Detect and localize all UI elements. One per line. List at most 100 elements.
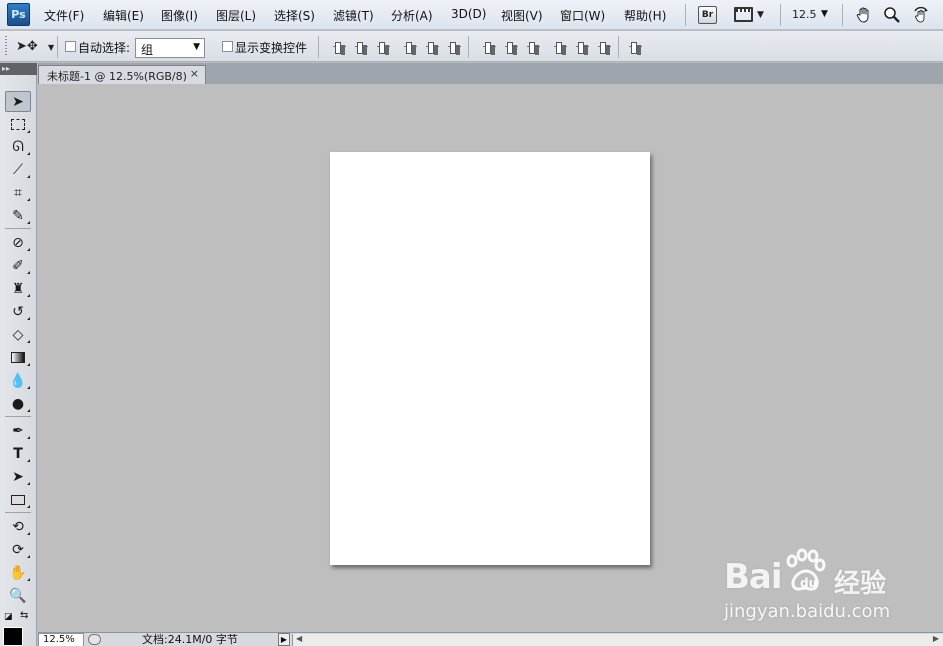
- align-right-icon[interactable]: [447, 40, 462, 54]
- zoom-level-value: 12.5: [792, 8, 817, 21]
- watermark-brand: Bai: [724, 557, 783, 597]
- 3d-rotate-tool-icon[interactable]: ⟲: [5, 516, 31, 537]
- distribute-vertical-center-icon[interactable]: [504, 40, 519, 54]
- distribute-right-icon[interactable]: [597, 40, 612, 54]
- paw-logo-icon: du: [786, 548, 826, 591]
- lasso-tool-icon[interactable]: ᘏ: [5, 136, 31, 157]
- crop-tool-icon[interactable]: ⌗: [5, 182, 31, 203]
- distribute-bottom-icon[interactable]: [526, 40, 541, 54]
- brush-tool-icon[interactable]: ✐: [5, 255, 31, 276]
- menu-separator: [685, 4, 686, 26]
- watermark-brand-suffix: 经验: [834, 569, 887, 599]
- scroll-right-icon[interactable]: ▶: [933, 634, 939, 643]
- launch-bridge-button[interactable]: Br: [698, 5, 717, 24]
- auto-select-value: 组: [141, 43, 154, 57]
- history-brush-tool-icon[interactable]: ↺: [5, 301, 31, 322]
- healing-brush-tool-icon[interactable]: ⊘: [5, 232, 31, 253]
- horizontal-scrollbar[interactable]: ◀ ▶: [292, 634, 943, 646]
- zoom-tool-icon[interactable]: 🔍: [5, 585, 31, 606]
- auto-align-layers-icon[interactable]: [628, 40, 643, 54]
- distribute-horizontal-center-icon[interactable]: [575, 40, 590, 54]
- chevron-down-icon: ▼: [757, 9, 764, 20]
- swap-colors-icon[interactable]: ⇆: [20, 610, 28, 621]
- type-tool-icon[interactable]: T: [5, 443, 31, 464]
- align-vertical-center-icon[interactable]: [354, 40, 369, 54]
- menu-analysis[interactable]: 分析(A): [391, 7, 433, 24]
- show-transform-checkbox[interactable]: [222, 41, 233, 52]
- auto-select-dropdown[interactable]: 组 ▼: [135, 38, 205, 58]
- zoom-field[interactable]: 12.5%: [38, 633, 84, 646]
- gradient-tool-icon[interactable]: [5, 347, 31, 368]
- hand-icon: [856, 7, 869, 23]
- menu-select[interactable]: 选择(S): [274, 7, 315, 24]
- clone-stamp-tool-icon[interactable]: ♜: [5, 278, 31, 299]
- auto-select-label: 自动选择:: [78, 41, 131, 55]
- chevron-down-icon: ▼: [821, 9, 828, 19]
- pen-tool-icon[interactable]: ✒: [5, 420, 31, 441]
- rotate-view-icon: [914, 6, 928, 22]
- menu-3d[interactable]: 3D(D): [451, 7, 486, 21]
- menu-image[interactable]: 图像(I): [161, 7, 198, 24]
- menu-view[interactable]: 视图(V): [501, 7, 543, 24]
- zoom-tool-button[interactable]: [882, 5, 902, 24]
- document-info: 文档:24.1M/0 字节: [142, 633, 238, 646]
- move-tool-icon: ➤✥: [16, 39, 38, 54]
- align-bottom-icon[interactable]: [376, 40, 391, 54]
- options-grip[interactable]: [5, 36, 7, 57]
- bridge-icon: Br: [698, 5, 717, 24]
- foreground-color-swatch[interactable]: [3, 627, 23, 646]
- eyedropper-tool-icon[interactable]: ✎: [5, 205, 31, 226]
- dodge-tool-icon[interactable]: ●: [5, 393, 31, 414]
- tools-panel-collapse[interactable]: ▸▸: [0, 63, 37, 75]
- align-top-icon[interactable]: [332, 40, 347, 54]
- mini-bridge-icon: [734, 7, 753, 22]
- auto-select-checkbox[interactable]: [65, 41, 76, 52]
- align-horizontal-center-icon[interactable]: [425, 40, 440, 54]
- photoshop-logo-icon[interactable]: Ps: [7, 3, 30, 26]
- status-bar: 12.5% 文档:24.1M/0 字节 ▶ ◀ ▶: [38, 632, 943, 646]
- magic-wand-tool-icon[interactable]: ⟋: [5, 159, 31, 180]
- rectangle-tool-icon[interactable]: [5, 489, 31, 510]
- tool-preset-picker[interactable]: ➤✥ ▼: [16, 39, 54, 54]
- align-left-icon[interactable]: [403, 40, 418, 54]
- svg-text:du: du: [800, 576, 817, 590]
- blur-tool-icon[interactable]: 💧: [5, 370, 31, 391]
- close-icon[interactable]: ×: [190, 67, 199, 80]
- options-separator: [618, 36, 619, 58]
- menu-file[interactable]: 文件(F): [44, 7, 84, 24]
- launch-mini-bridge-button[interactable]: ▼: [734, 5, 764, 24]
- status-menu-arrow[interactable]: ▶: [278, 633, 290, 646]
- hand-tool-button[interactable]: [854, 5, 874, 24]
- show-transform-label: 显示变换控件: [235, 41, 308, 55]
- rotate-view-button[interactable]: [910, 5, 932, 24]
- tools-panel: ➤ ᘏ ⟋ ⌗ ✎ ⊘ ✐ ♜ ↺ ◇ 💧 ● ✒ T ➤ ⟲ ⟳ ✋ 🔍: [0, 75, 37, 646]
- eraser-tool-icon[interactable]: ◇: [5, 324, 31, 345]
- move-tool-icon[interactable]: ➤: [5, 91, 31, 112]
- marquee-tool-icon[interactable]: [5, 114, 31, 135]
- menu-separator: [780, 4, 781, 26]
- distribute-left-icon[interactable]: [553, 40, 568, 54]
- tools-separator: [5, 416, 31, 417]
- menu-filter[interactable]: 滤镜(T): [333, 7, 374, 24]
- options-separator: [57, 36, 58, 58]
- menu-edit[interactable]: 编辑(E): [103, 7, 144, 24]
- path-selection-tool-icon[interactable]: ➤: [5, 466, 31, 487]
- menu-layer[interactable]: 图层(L): [216, 7, 256, 24]
- tab-document[interactable]: 未标题-1 @ 12.5%(RGB/8) ×: [38, 65, 206, 84]
- menu-help[interactable]: 帮助(H): [624, 7, 666, 24]
- menu-separator: [842, 4, 843, 26]
- 3d-orbit-tool-icon[interactable]: ⟳: [5, 539, 31, 560]
- scroll-left-icon[interactable]: ◀: [296, 634, 302, 643]
- watermark: Bai du 经验 jingyan.baidu.com: [724, 545, 924, 625]
- hand-tool-icon[interactable]: ✋: [5, 562, 31, 583]
- status-info-icon[interactable]: [88, 634, 101, 645]
- chevron-down-icon: ▼: [193, 42, 200, 52]
- document-canvas[interactable]: [330, 152, 650, 565]
- options-separator: [318, 36, 319, 58]
- zoom-icon: [884, 6, 900, 23]
- chevron-down-icon: ▼: [47, 43, 55, 52]
- menu-window[interactable]: 窗口(W): [560, 7, 605, 24]
- tools-separator: [5, 512, 31, 513]
- default-colors-icon[interactable]: ◪: [4, 612, 13, 622]
- distribute-top-icon[interactable]: [482, 40, 497, 54]
